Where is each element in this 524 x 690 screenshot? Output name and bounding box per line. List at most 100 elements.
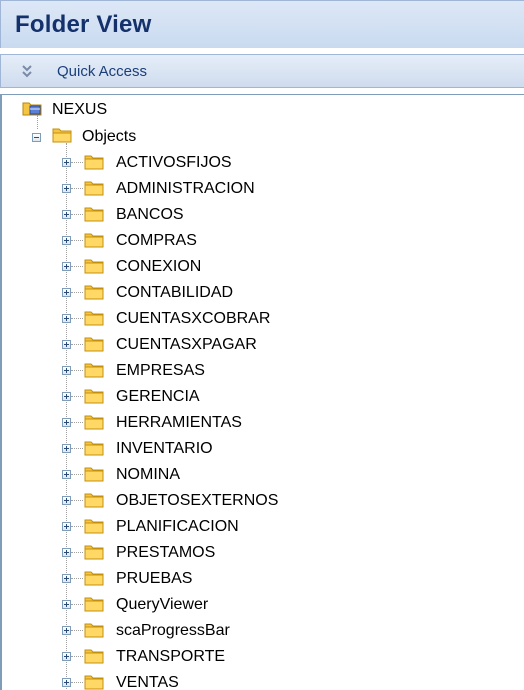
expand-toggle-icon[interactable] (62, 158, 71, 167)
folder-icon (84, 519, 104, 534)
tree-folder-label: INVENTARIO (116, 440, 213, 457)
double-chevron-down-icon (22, 65, 32, 78)
tree-branch-line (71, 214, 83, 215)
tree-folder-item[interactable]: COMPRAS (62, 227, 392, 253)
expand-toggle-icon[interactable] (62, 574, 71, 583)
tree-root-label: NEXUS (52, 101, 108, 118)
folder-icon (84, 337, 104, 352)
expand-toggle-icon[interactable] (62, 236, 71, 245)
tree-folder-item[interactable]: ADMINISTRACION (62, 175, 392, 201)
folder-tree[interactable]: NEXUS Objects ACTIVOSFIJOS ADMINISTRACION… (0, 94, 524, 690)
expand-toggle-icon[interactable] (62, 678, 71, 687)
quick-access-label: Quick Access (57, 63, 148, 80)
tree-folder-label: GERENCIA (116, 388, 200, 405)
expand-toggle-icon[interactable] (62, 184, 71, 193)
tree-folder-label: CUENTASXCOBRAR (116, 310, 271, 327)
expand-toggle-icon[interactable] (62, 522, 71, 531)
tree-branch-line (71, 500, 83, 501)
expand-toggle-icon[interactable] (62, 626, 71, 635)
tree-folder-item[interactable]: scaProgressBar (62, 617, 392, 643)
expand-toggle-icon[interactable] (62, 418, 71, 427)
expand-toggle-icon[interactable] (62, 366, 71, 375)
tree-folder-item[interactable]: CONTABILIDAD (62, 279, 392, 305)
folder-icon (84, 467, 104, 482)
tree-folder-label: CONEXION (116, 258, 202, 275)
tree-folder-label: CONTABILIDAD (116, 284, 234, 301)
tree-folder-item[interactable]: CUENTASXPAGAR (62, 331, 392, 357)
tree-folder-label: HERRAMIENTAS (116, 414, 242, 431)
tree-branch-line (71, 162, 83, 163)
tree-branch-line (71, 344, 83, 345)
tree-folder-item[interactable]: CONEXION (62, 253, 392, 279)
folder-icon (84, 207, 104, 222)
folder-icon (84, 597, 104, 612)
tree-node-objects[interactable]: Objects (32, 123, 232, 149)
tree-folder-label: NOMINA (116, 466, 180, 483)
tree-folder-item[interactable]: TRANSPORTE (62, 643, 392, 669)
expand-toggle-icon[interactable] (62, 600, 71, 609)
collapse-toggle-icon[interactable] (32, 133, 41, 142)
tree-branch-line (71, 240, 83, 241)
tree-folder-item[interactable]: GERENCIA (62, 383, 392, 409)
tree-folder-label: VENTAS (116, 674, 179, 690)
tree-branch-line (71, 448, 83, 449)
folder-icon (84, 233, 104, 248)
tree-folder-item[interactable]: QueryViewer (62, 591, 392, 617)
folder-icon (84, 623, 104, 638)
expand-toggle-icon[interactable] (62, 444, 71, 453)
tree-folder-item[interactable]: HERRAMIENTAS (62, 409, 392, 435)
tree-branch-line (71, 630, 83, 631)
tree-folder-item[interactable]: PRESTAMOS (62, 539, 392, 565)
tree-folder-label: OBJETOSEXTERNOS (116, 492, 279, 509)
tree-folder-label: BANCOS (116, 206, 184, 223)
folder-icon (84, 285, 104, 300)
tree-folder-label: COMPRAS (116, 232, 197, 249)
expand-toggle-icon[interactable] (62, 210, 71, 219)
tree-folder-item[interactable]: EMPRESAS (62, 357, 392, 383)
expand-toggle-icon[interactable] (62, 392, 71, 401)
folder-icon (84, 649, 104, 664)
tree-folder-item[interactable]: CUENTASXCOBRAR (62, 305, 392, 331)
tree-branch-line (71, 604, 83, 605)
tree-branch-line (71, 682, 83, 683)
tree-branch-line (71, 552, 83, 553)
tree-branch-line (71, 266, 83, 267)
tree-folder-item[interactable]: INVENTARIO (62, 435, 392, 461)
panel-title: Folder View (15, 11, 152, 38)
expand-toggle-icon[interactable] (62, 548, 71, 557)
expand-toggle-icon[interactable] (62, 496, 71, 505)
database-icon (22, 102, 42, 116)
tree-branch-line (71, 656, 83, 657)
tree-folder-item[interactable]: PLANIFICACION (62, 513, 392, 539)
folder-icon (84, 415, 104, 430)
tree-folder-item[interactable]: BANCOS (62, 201, 392, 227)
folder-icon (84, 571, 104, 586)
tree-branch-line (71, 318, 83, 319)
tree-folder-item[interactable]: PRUEBAS (62, 565, 392, 591)
tree-folder-label: ACTIVOSFIJOS (116, 154, 232, 171)
tree-guide-line (37, 115, 38, 129)
folder-icon (84, 545, 104, 560)
folder-open-icon (52, 128, 72, 143)
tree-branch-line (71, 292, 83, 293)
tree-folder-item[interactable]: NOMINA (62, 461, 392, 487)
tree-root-nexus[interactable]: NEXUS (22, 97, 222, 123)
expand-toggle-icon[interactable] (62, 652, 71, 661)
folder-icon (84, 181, 104, 196)
expand-toggle-icon[interactable] (62, 470, 71, 479)
expand-toggle-icon[interactable] (62, 262, 71, 271)
tree-folder-label: PRUEBAS (116, 570, 193, 587)
quick-access-bar[interactable]: Quick Access (0, 54, 524, 88)
tree-folder-item[interactable]: OBJETOSEXTERNOS (62, 487, 392, 513)
tree-folder-item[interactable]: VENTAS (62, 669, 392, 690)
expand-toggle-icon[interactable] (62, 314, 71, 323)
expand-toggle-icon[interactable] (62, 288, 71, 297)
tree-folder-label: QueryViewer (116, 596, 209, 613)
tree-folder-label: ADMINISTRACION (116, 180, 255, 197)
expand-toggle-icon[interactable] (62, 340, 71, 349)
tree-folder-item[interactable]: ACTIVOSFIJOS (62, 149, 392, 175)
tree-folder-label: EMPRESAS (116, 362, 205, 379)
folder-icon (84, 155, 104, 170)
folder-icon (84, 441, 104, 456)
tree-folder-label: TRANSPORTE (116, 648, 226, 665)
